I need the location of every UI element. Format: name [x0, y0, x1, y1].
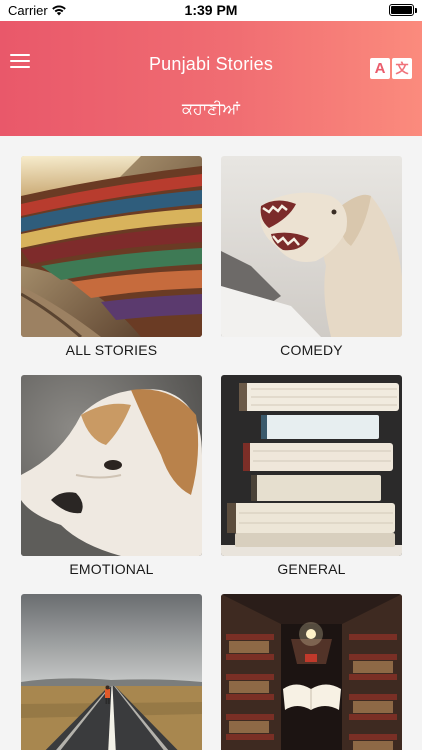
road-runner-image	[21, 594, 202, 750]
laughing-horse-image	[221, 156, 402, 337]
category-card-emotional[interactable]: EMOTIONAL	[21, 375, 202, 577]
app-subtitle: ਕਹਾਣੀਆਂ	[181, 99, 240, 118]
translate-language-icon[interactable]: A 文	[370, 58, 412, 80]
category-card-road[interactable]	[21, 594, 202, 750]
library-shelves-image	[21, 156, 202, 337]
translate-letter-tile: A	[370, 58, 390, 79]
category-card-library[interactable]	[221, 594, 402, 750]
status-bar: Carrier 1:39 PM	[0, 0, 422, 21]
book-stack-image	[221, 375, 402, 556]
category-card-comedy[interactable]: COMEDY	[221, 156, 402, 358]
category-label: COMEDY	[280, 342, 343, 358]
clock: 1:39 PM	[184, 2, 238, 18]
category-label: ALL STORIES	[65, 342, 158, 358]
category-card-all-stories[interactable]: ALL STORIES	[21, 156, 202, 358]
app-header: Punjabi Stories ਕਹਾਣੀਆਂ A 文	[0, 21, 422, 136]
category-label: GENERAL	[277, 561, 346, 577]
category-label: EMOTIONAL	[69, 561, 154, 577]
sad-dog-image	[21, 375, 202, 556]
app-title: Punjabi Stories	[148, 54, 274, 74]
category-card-general[interactable]: GENERAL	[221, 375, 402, 577]
category-grid: ALL STORIES COMEDY EMOTIONAL GENERAL	[0, 136, 422, 750]
battery-icon	[389, 4, 417, 16]
translate-glyph-tile: 文	[392, 58, 412, 79]
flying-book-library-image	[221, 594, 402, 750]
